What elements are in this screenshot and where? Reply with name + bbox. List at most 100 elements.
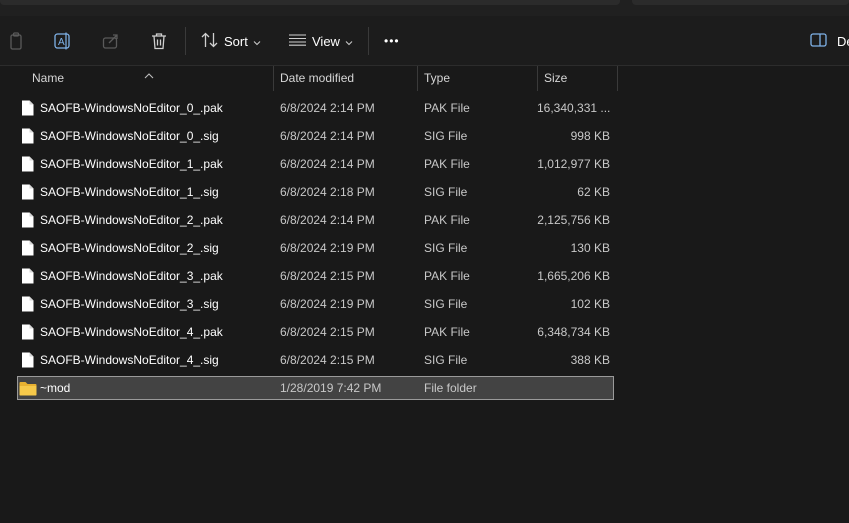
file-icon bbox=[21, 352, 34, 368]
sort-label: Sort bbox=[224, 33, 248, 49]
file-date-modified: 6/8/2024 2:14 PM bbox=[280, 129, 375, 143]
sort-ascending-icon bbox=[144, 66, 154, 84]
file-name: ~mod bbox=[40, 381, 71, 395]
file-date-modified: 6/8/2024 2:14 PM bbox=[280, 213, 375, 227]
file-size: 998 KB bbox=[570, 129, 610, 143]
view-button[interactable]: View bbox=[289, 29, 353, 53]
details-pane-button[interactable]: Details bbox=[810, 29, 849, 53]
file-name: SAOFB-WindowsNoEditor_4_.sig bbox=[40, 353, 219, 367]
file-icon bbox=[21, 268, 34, 284]
title-bar-strip bbox=[0, 0, 849, 16]
column-divider[interactable] bbox=[537, 66, 538, 91]
tab-strip-left bbox=[0, 0, 620, 5]
view-label: View bbox=[312, 33, 340, 49]
file-size: 2,125,756 KB bbox=[537, 213, 610, 227]
column-divider[interactable] bbox=[617, 66, 618, 91]
file-type: PAK File bbox=[424, 101, 470, 115]
file-name: SAOFB-WindowsNoEditor_2_.sig bbox=[40, 241, 219, 255]
file-type: File folder bbox=[424, 381, 477, 395]
column-header-type[interactable]: Type bbox=[424, 66, 450, 91]
file-size bbox=[537, 376, 610, 400]
file-type: SIG File bbox=[424, 129, 468, 143]
file-row[interactable]: SAOFB-WindowsNoEditor_3_.sig 6/8/2024 2:1… bbox=[17, 292, 614, 316]
file-name: SAOFB-WindowsNoEditor_1_.sig bbox=[40, 185, 219, 199]
column-header-size[interactable]: Size bbox=[544, 66, 567, 91]
file-type: PAK File bbox=[424, 269, 470, 283]
file-icon bbox=[21, 128, 34, 144]
file-name: SAOFB-WindowsNoEditor_4_.pak bbox=[40, 325, 223, 339]
file-row[interactable]: SAOFB-WindowsNoEditor_4_.sig 6/8/2024 2:1… bbox=[17, 348, 614, 372]
file-row[interactable]: SAOFB-WindowsNoEditor_2_.pak 6/8/2024 2:1… bbox=[17, 208, 614, 232]
column-header-date[interactable]: Date modified bbox=[280, 66, 354, 91]
file-date-modified: 6/8/2024 2:19 PM bbox=[280, 241, 375, 255]
file-row[interactable]: SAOFB-WindowsNoEditor_0_.pak 6/8/2024 2:1… bbox=[17, 96, 614, 120]
file-type: PAK File bbox=[424, 325, 470, 339]
file-date-modified: 6/8/2024 2:15 PM bbox=[280, 325, 375, 339]
file-date-modified: 6/8/2024 2:14 PM bbox=[280, 101, 375, 115]
details-label: Details bbox=[837, 33, 849, 49]
share-icon[interactable] bbox=[100, 31, 122, 51]
column-header-row: Name Date modified Type Size bbox=[0, 66, 849, 91]
file-size: 16,340,331 ... bbox=[537, 101, 610, 115]
file-icon bbox=[21, 156, 34, 172]
file-row[interactable]: SAOFB-WindowsNoEditor_1_.sig 6/8/2024 2:1… bbox=[17, 180, 614, 204]
delete-icon[interactable] bbox=[148, 31, 170, 51]
paste-icon[interactable] bbox=[5, 31, 27, 51]
file-size: 130 KB bbox=[570, 241, 610, 255]
file-icon bbox=[21, 184, 34, 200]
file-icon bbox=[21, 240, 34, 256]
file-row[interactable]: SAOFB-WindowsNoEditor_4_.pak 6/8/2024 2:1… bbox=[17, 320, 614, 344]
file-row[interactable]: SAOFB-WindowsNoEditor_1_.pak 6/8/2024 2:1… bbox=[17, 152, 614, 176]
sort-button[interactable]: Sort bbox=[201, 29, 261, 53]
file-date-modified: 1/28/2019 7:42 PM bbox=[280, 381, 382, 395]
file-date-modified: 6/8/2024 2:14 PM bbox=[280, 157, 375, 171]
file-name: SAOFB-WindowsNoEditor_3_.pak bbox=[40, 269, 223, 283]
file-size: 102 KB bbox=[570, 297, 610, 311]
file-row[interactable]: SAOFB-WindowsNoEditor_0_.sig 6/8/2024 2:1… bbox=[17, 124, 614, 148]
file-icon bbox=[21, 324, 34, 340]
file-name: SAOFB-WindowsNoEditor_2_.pak bbox=[40, 213, 223, 227]
file-type: SIG File bbox=[424, 241, 468, 255]
file-type: SIG File bbox=[424, 297, 468, 311]
command-bar: A Sort View ••• Details bbox=[0, 16, 849, 66]
chevron-down-icon bbox=[345, 34, 353, 49]
see-more-button[interactable]: ••• bbox=[384, 29, 400, 53]
tab-strip-right bbox=[632, 0, 849, 5]
file-row[interactable]: SAOFB-WindowsNoEditor_3_.pak 6/8/2024 2:1… bbox=[17, 264, 614, 288]
file-date-modified: 6/8/2024 2:18 PM bbox=[280, 185, 375, 199]
svg-text:A: A bbox=[58, 37, 65, 48]
file-date-modified: 6/8/2024 2:15 PM bbox=[280, 353, 375, 367]
file-size: 388 KB bbox=[570, 353, 610, 367]
more-label: ••• bbox=[384, 34, 400, 48]
column-divider[interactable] bbox=[417, 66, 418, 91]
file-type: SIG File bbox=[424, 353, 468, 367]
file-date-modified: 6/8/2024 2:19 PM bbox=[280, 297, 375, 311]
toolbar-separator bbox=[368, 27, 369, 55]
column-header-name[interactable]: Name bbox=[32, 66, 64, 91]
sort-icon bbox=[201, 32, 218, 51]
view-icon bbox=[289, 33, 306, 49]
column-divider[interactable] bbox=[273, 66, 274, 91]
file-icon bbox=[21, 100, 34, 116]
rename-icon[interactable]: A bbox=[52, 31, 74, 51]
file-type: PAK File bbox=[424, 213, 470, 227]
file-type: SIG File bbox=[424, 185, 468, 199]
file-size: 6,348,734 KB bbox=[537, 325, 610, 339]
file-row[interactable]: SAOFB-WindowsNoEditor_2_.sig 6/8/2024 2:1… bbox=[17, 236, 614, 260]
folder-icon bbox=[19, 381, 37, 396]
chevron-down-icon bbox=[253, 34, 261, 49]
file-size: 62 KB bbox=[577, 185, 610, 199]
file-icon bbox=[21, 296, 34, 312]
details-pane-icon bbox=[810, 32, 827, 50]
file-date-modified: 6/8/2024 2:15 PM bbox=[280, 269, 375, 283]
file-name: SAOFB-WindowsNoEditor_1_.pak bbox=[40, 157, 223, 171]
file-type: PAK File bbox=[424, 157, 470, 171]
file-name: SAOFB-WindowsNoEditor_3_.sig bbox=[40, 297, 219, 311]
file-name: SAOFB-WindowsNoEditor_0_.pak bbox=[40, 101, 223, 115]
file-name: SAOFB-WindowsNoEditor_0_.sig bbox=[40, 129, 219, 143]
file-icon bbox=[21, 212, 34, 228]
file-size: 1,665,206 KB bbox=[537, 269, 610, 283]
file-size: 1,012,977 KB bbox=[537, 157, 610, 171]
toolbar-separator bbox=[185, 27, 186, 55]
file-row[interactable]: ~mod 1/28/2019 7:42 PM File folder bbox=[17, 376, 614, 400]
